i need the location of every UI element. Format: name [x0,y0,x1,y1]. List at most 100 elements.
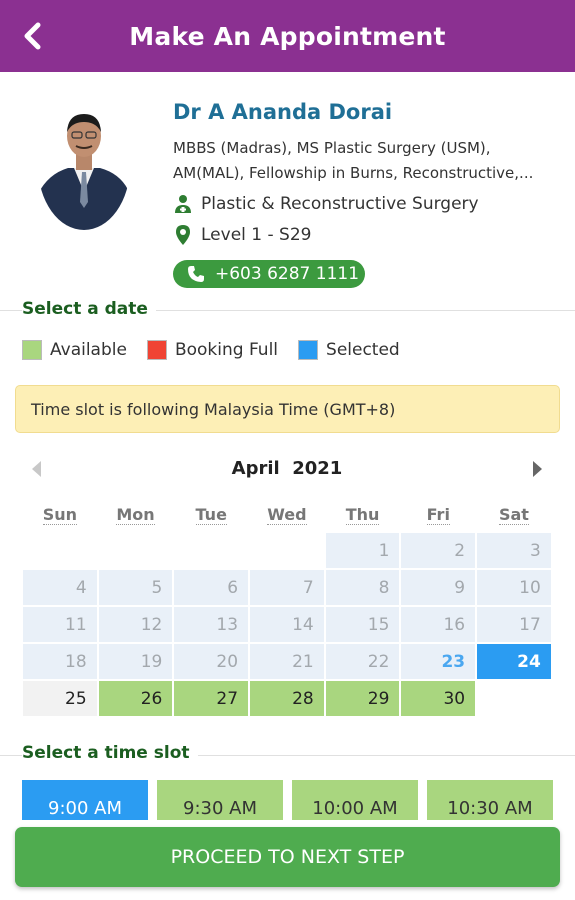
doctor-specialty: Plastic & Reconstructive Surgery [173,194,479,214]
calendar-day-empty [476,680,552,717]
back-arrow-icon [24,22,41,50]
specialty-label: Plastic & Reconstructive Surgery [201,194,479,214]
calendar-week-row: 25 26 27 28 29 30 [22,680,552,717]
legend-swatch-available [22,340,42,360]
weekday-text: Tue [195,505,227,525]
doctor-location: Level 1 - S29 [173,224,311,246]
timezone-notice: Time slot is following Malaysia Time (GM… [15,385,560,433]
doctor-qualifications: MBBS (Madras), MS Plastic Surgery (USM),… [173,136,553,186]
calendar-grid: Sun Mon Tue Wed Thu Fri Sat 1 2 3 4 5 6 7 8 9 10 11 12 13 1… [22,498,552,717]
calendar-day-11: 11 [22,606,98,643]
doctor-name: Dr A Ananda Dorai [173,100,393,124]
calendar-day-22: 22 [324,643,401,680]
app-header: Make An Appointment [0,0,575,72]
weekday-text: Thu [345,505,380,525]
qualifications-line-2: AM(MAL), Fellowship in Burns, Reconstruc… [173,164,534,182]
calendar-day-29[interactable]: 29 [324,680,401,717]
calendar-day-24[interactable]: 24 [476,643,552,680]
qualifications-line-1: MBBS (Madras), MS Plastic Surgery (USM), [173,139,491,157]
calendar-day-17: 17 [476,606,552,643]
legend-available: Available [22,340,127,360]
calendar-day-6: 6 [173,569,250,606]
section-title-time: Select a time slot [22,743,198,763]
weekday-label: Sun [22,498,98,532]
back-button[interactable] [14,18,50,54]
weekday-label: Fri [400,498,476,532]
calendar-day-empty [249,532,325,569]
calendar-day-8: 8 [324,569,401,606]
calendar-day-28[interactable]: 28 [249,680,325,717]
calendar-day-23: 23 [400,643,477,680]
weekday-label: Mon [98,498,174,532]
weekday-text: Sun [42,505,77,525]
legend-label: Booking Full [174,340,279,360]
calendar-week-row: 123 [22,532,552,569]
calendar-day-empty [22,532,98,569]
chevron-right-icon [533,461,542,477]
phone-icon [188,266,204,282]
page-title: Make An Appointment [129,21,446,51]
calendar-day-2: 2 [400,532,477,569]
section-title-date: Select a date [22,299,156,319]
calendar-week-row: 18 19 20 21 22 23 24 [22,643,552,680]
calendar-day-13: 13 [173,606,250,643]
calendar-day-26[interactable]: 26 [97,680,174,717]
time-slot-button[interactable]: 10:30 AM [427,780,553,820]
weekday-text: Fri [426,505,450,525]
calendar-legend: Available Booking Full Selected [22,340,420,360]
next-month-button[interactable] [532,460,544,482]
legend-label: Selected [326,340,400,360]
weekday-text: Sat [498,505,529,525]
weekday-text: Mon [116,505,155,525]
call-button[interactable]: +603 6287 1111 [173,260,365,288]
calendar-day-empty [173,532,250,569]
weekday-label: Thu [325,498,401,532]
calendar-day-1: 1 [324,532,401,569]
calendar-day-21: 21 [249,643,325,680]
time-slot-button[interactable]: 9:00 AM [22,780,148,820]
calendar-day-18: 18 [22,643,98,680]
calendar-month: April [231,458,280,479]
calendar-day-3: 3 [476,532,552,569]
calendar-day-25: 25 [22,680,98,717]
doctor-specialty-icon [175,195,191,213]
phone-number: +603 6287 1111 [215,264,360,284]
calendar-week-row: 11 12 13 14 15 16 17 [22,606,552,643]
location-pin-icon [176,225,190,245]
legend-swatch-selected [298,340,319,360]
calendar-weeks: 1 2 3 4 5 6 7 8 9 10 11 12 13 14 15 16 17 18 19 20 21 22 23 24 2… [22,532,552,717]
weekday-header-row: Sun Mon Tue Wed Thu Fri Sat [22,498,552,532]
calendar-day-7: 7 [249,569,325,606]
calendar-day-30[interactable]: 30 [400,680,477,717]
weekday-text: Wed [267,505,307,525]
doctor-card: Dr A Ananda Dorai MBBS (Madras), MS Plas… [0,90,575,295]
doctor-photo-icon [38,102,130,230]
calendar-day-14: 14 [249,606,325,643]
weekday-label: Wed [249,498,325,532]
weekday-label: Tue [173,498,249,532]
legend-label: Available [50,340,127,360]
legend-selected: Selected [298,340,400,360]
calendar-day-27[interactable]: 27 [173,680,250,717]
calendar-day-20: 20 [173,643,250,680]
time-slot-button[interactable]: 10:00 AM [292,780,418,820]
doctor-avatar [38,102,130,230]
calendar-day-12: 12 [97,606,174,643]
calendar-month-title: April 2021 [22,458,552,479]
calendar-week-row: 4 5 6 7 8 9 10 [22,569,552,606]
weekday-label: Sat [476,498,552,532]
calendar-day-5: 5 [97,569,174,606]
time-slot-list: 9:00 AM 9:30 AM 10:00 AM 10:30 AM [22,780,553,820]
legend-booking-full: Booking Full [146,340,279,360]
calendar-day-10: 10 [476,569,552,606]
legend-swatch-booking-full [146,340,167,360]
calendar-day-16: 16 [400,606,477,643]
time-slot-button[interactable]: 9:30 AM [157,780,283,820]
calendar-day-15: 15 [324,606,401,643]
proceed-button[interactable]: PROCEED TO NEXT STEP [15,827,560,887]
calendar-header: April 2021 [22,455,552,485]
calendar-day-4: 4 [22,569,98,606]
calendar-year: 2021 [292,458,343,479]
calendar-day-19: 19 [97,643,174,680]
location-label: Level 1 - S29 [201,225,312,245]
